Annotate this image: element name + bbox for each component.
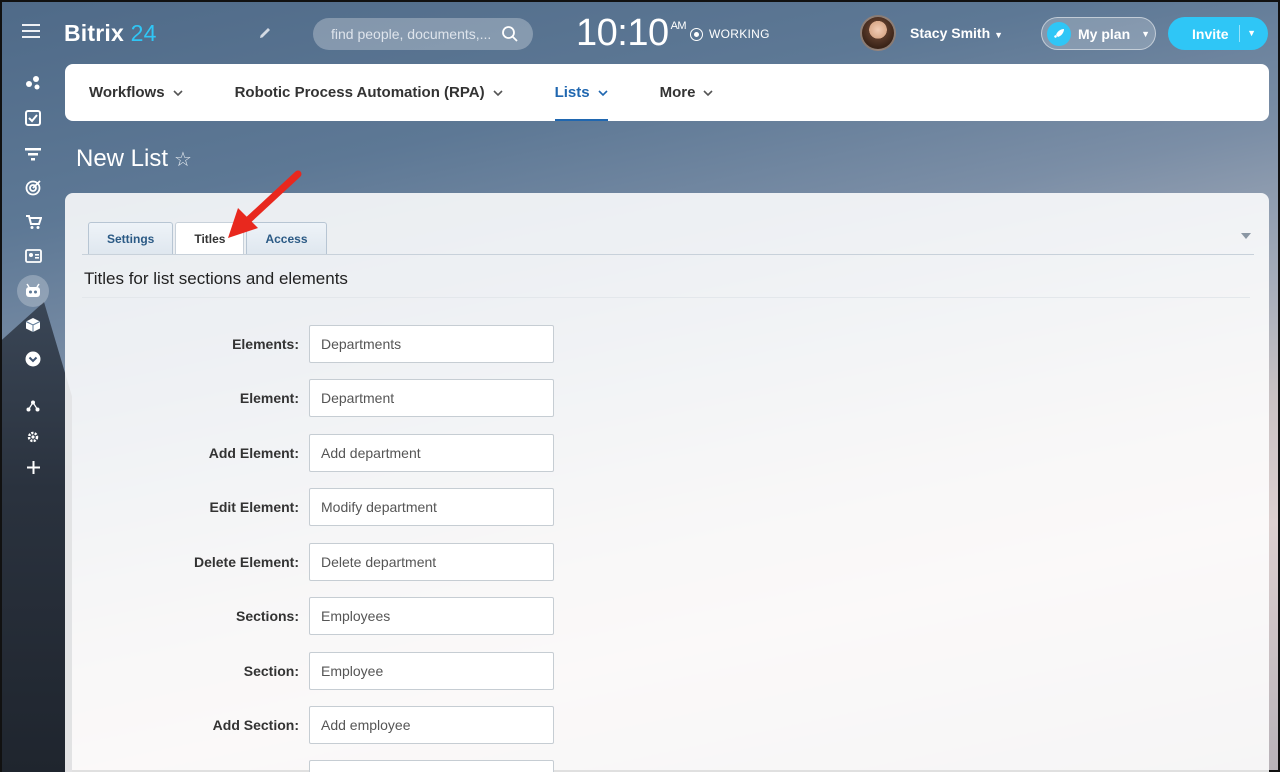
field-row-elements: Elements: xyxy=(65,325,585,363)
caret-down-icon[interactable]: ▼ xyxy=(1247,28,1256,38)
nav-item-label: More xyxy=(659,84,696,101)
element-field[interactable] xyxy=(309,379,554,417)
star-icon[interactable]: ☆ xyxy=(174,147,192,172)
logo-number: 24 xyxy=(130,20,157,46)
contact-card-icon[interactable] xyxy=(24,247,42,265)
delete-element-field[interactable] xyxy=(309,543,554,581)
clock-time: 10:10 xyxy=(576,12,669,54)
user-menu[interactable]: Stacy Smith ▼ xyxy=(860,15,1003,51)
nav-item-rpa[interactable]: Robotic Process Automation (RPA) xyxy=(235,64,503,121)
cart-icon[interactable] xyxy=(24,213,42,231)
field-label: Elements: xyxy=(232,336,299,352)
field-label: Element: xyxy=(239,390,299,406)
robot-icon[interactable] xyxy=(17,275,49,307)
logo-text: Bitrix xyxy=(64,20,124,46)
invite-button[interactable]: Invite ▼ xyxy=(1168,17,1268,50)
box-icon[interactable] xyxy=(24,316,42,334)
section-divider xyxy=(82,297,1250,298)
search-input[interactable] xyxy=(331,26,491,42)
search-icon[interactable] xyxy=(501,25,519,43)
my-plan-label: My plan xyxy=(1078,25,1131,42)
rocket-icon xyxy=(1047,21,1071,46)
page-title-text: New List xyxy=(76,145,169,172)
section-field[interactable] xyxy=(309,652,554,690)
chevron-down-icon xyxy=(703,89,714,96)
plus-icon[interactable] xyxy=(24,458,42,476)
nav-item-label: Workflows xyxy=(89,84,165,101)
caret-down-icon: ▼ xyxy=(1141,28,1151,39)
work-status[interactable]: WORKING xyxy=(690,27,770,41)
nav-item-more[interactable]: More xyxy=(660,64,714,121)
elements-field[interactable] xyxy=(309,325,554,363)
page-title: New List ☆ xyxy=(76,145,192,173)
add-section-field[interactable] xyxy=(309,706,554,744)
left-sidebar xyxy=(2,66,64,486)
search-bar[interactable] xyxy=(313,18,533,50)
section-nav: Workflows Robotic Process Automation (RP… xyxy=(65,64,1269,121)
logo[interactable]: Bitrix 24 xyxy=(64,20,157,47)
chevron-circle-icon[interactable] xyxy=(24,350,42,368)
menu-icon[interactable] xyxy=(22,24,40,38)
my-plan-button[interactable]: My plan ▼ xyxy=(1041,17,1156,50)
chevron-down-icon xyxy=(493,89,503,96)
field-label: Section: xyxy=(243,663,299,679)
field-label: Sections: xyxy=(235,608,299,624)
invite-label: Invite xyxy=(1192,25,1229,42)
tab-settings[interactable]: Settings xyxy=(88,222,174,254)
clock-suffix: AM xyxy=(670,20,687,32)
user-name: Stacy Smith xyxy=(910,25,991,41)
avatar[interactable] xyxy=(860,15,896,51)
caret-down-icon: ▼ xyxy=(994,30,1004,40)
chevron-down-icon xyxy=(173,89,183,96)
clock: 10:10 AM xyxy=(576,12,687,55)
chevron-down-icon xyxy=(598,89,608,96)
pencil-icon[interactable] xyxy=(257,25,273,41)
field-label: Delete Element: xyxy=(193,554,299,570)
field-row-sections: Sections: xyxy=(65,597,585,635)
field-row-partial xyxy=(65,760,585,772)
partial-field[interactable] xyxy=(309,760,554,772)
invite-divider xyxy=(1239,25,1240,42)
filter-icon[interactable] xyxy=(24,145,42,163)
top-header: Bitrix 24 10:10AM WORKING Stacy Smith▼ M… xyxy=(2,2,1278,64)
field-row-add-element: Add Element: xyxy=(65,434,585,472)
work-status-label: WORKING xyxy=(709,27,770,41)
collapse-triangle-icon[interactable] xyxy=(1241,233,1251,239)
field-row-add-section: Add Section: xyxy=(65,706,585,744)
nav-item-workflows[interactable]: Workflows xyxy=(89,64,183,121)
activity-stream-icon[interactable] xyxy=(24,74,42,92)
network-icon[interactable] xyxy=(24,397,42,415)
section-title: Titles for list sections and elements xyxy=(84,269,348,288)
gear-icon[interactable] xyxy=(24,428,42,446)
nav-item-label: Robotic Process Automation (RPA) xyxy=(234,84,485,101)
field-row-edit-element: Edit Element: xyxy=(65,488,585,526)
field-label: Edit Element: xyxy=(209,499,299,515)
field-row-delete-element: Delete Element: xyxy=(65,543,585,581)
nav-item-label: Lists xyxy=(554,84,590,101)
field-row-section: Section: xyxy=(65,652,585,690)
main-panel: Settings Titles Access Titles for list s… xyxy=(65,193,1269,772)
target-icon[interactable] xyxy=(24,178,42,196)
field-row-element: Element: xyxy=(65,379,585,417)
nav-item-lists[interactable]: Lists xyxy=(554,64,608,121)
field-label: Add Element: xyxy=(208,445,299,461)
add-element-field[interactable] xyxy=(309,434,554,472)
field-label: Add Section: xyxy=(212,717,299,733)
sections-field[interactable] xyxy=(309,597,554,635)
record-icon xyxy=(690,27,703,41)
edit-element-field[interactable] xyxy=(309,488,554,526)
tasks-icon[interactable] xyxy=(24,109,42,127)
tab-divider xyxy=(82,254,1254,255)
annotation-arrow-icon xyxy=(228,170,302,238)
